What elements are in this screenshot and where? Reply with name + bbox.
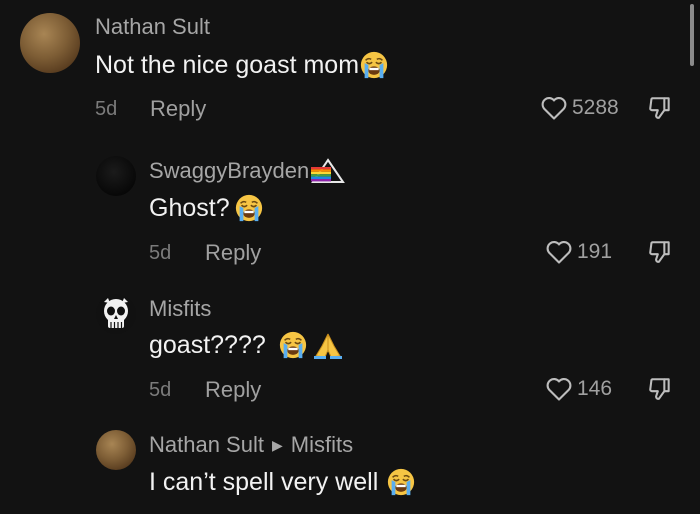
like-button[interactable]: 191 [545, 238, 612, 266]
crying-emoji-icon [359, 50, 389, 80]
avatar[interactable] [96, 294, 136, 334]
dislike-button[interactable] [647, 376, 673, 407]
comment-text: Ghost? [149, 193, 264, 223]
dislike-button[interactable] [647, 95, 673, 126]
comment-text-content: goast???? [149, 330, 266, 359]
thumbs-down-icon [647, 95, 673, 121]
crying-emoji-icon [386, 467, 416, 497]
rainbow-prism-icon [311, 158, 346, 183]
like-button[interactable]: 5288 [540, 94, 619, 122]
thumbs-down-icon [647, 239, 673, 265]
avatar[interactable] [96, 156, 136, 196]
comment-text-content: Not the nice goast mom [95, 50, 360, 79]
dislike-button[interactable] [647, 239, 673, 270]
username-label: SwaggyBrayden [149, 158, 310, 183]
comment-text: I can’t spell very well [149, 467, 416, 497]
like-button[interactable]: 146 [545, 375, 612, 403]
like-count: 5288 [572, 96, 619, 119]
comment-text-content: Ghost? [149, 193, 230, 222]
comment-time: 5d [149, 242, 172, 264]
scrollbar[interactable] [690, 4, 694, 66]
reply-button[interactable]: Reply [205, 377, 261, 403]
like-count: 146 [577, 377, 613, 400]
comment-username[interactable]: Misfits [149, 296, 211, 322]
avatar[interactable] [96, 430, 136, 470]
crying-emoji-icon [278, 330, 308, 360]
reply-button[interactable]: Reply [205, 240, 261, 266]
comment-text: Not the nice goast mom [95, 50, 389, 80]
heart-outline-icon [545, 375, 573, 403]
thumbs-down-icon [647, 376, 673, 402]
comment-username[interactable]: SwaggyBrayden [149, 158, 346, 184]
crying-emoji-icon [234, 193, 264, 223]
avatar[interactable] [20, 13, 80, 73]
username-label[interactable]: Nathan Sult [149, 432, 264, 458]
comment-username[interactable]: Nathan Sult [95, 14, 210, 40]
heart-outline-icon [540, 94, 568, 122]
comment-text: goast???? [149, 330, 344, 360]
skull-icon [104, 298, 128, 328]
chevron-right-icon: ▶ [271, 436, 283, 453]
comment-time: 5d [95, 98, 118, 120]
comment-text-content: I can’t spell very well [149, 467, 379, 496]
comment-username[interactable]: Nathan Sult ▶ Misfits [149, 432, 353, 458]
heart-outline-icon [545, 238, 573, 266]
reply-button[interactable]: Reply [150, 96, 206, 122]
like-count: 191 [577, 240, 613, 263]
reply-to-username[interactable]: Misfits [291, 432, 353, 458]
praying-hands-emoji-icon [313, 333, 342, 359]
comment-time: 5d [149, 379, 172, 401]
